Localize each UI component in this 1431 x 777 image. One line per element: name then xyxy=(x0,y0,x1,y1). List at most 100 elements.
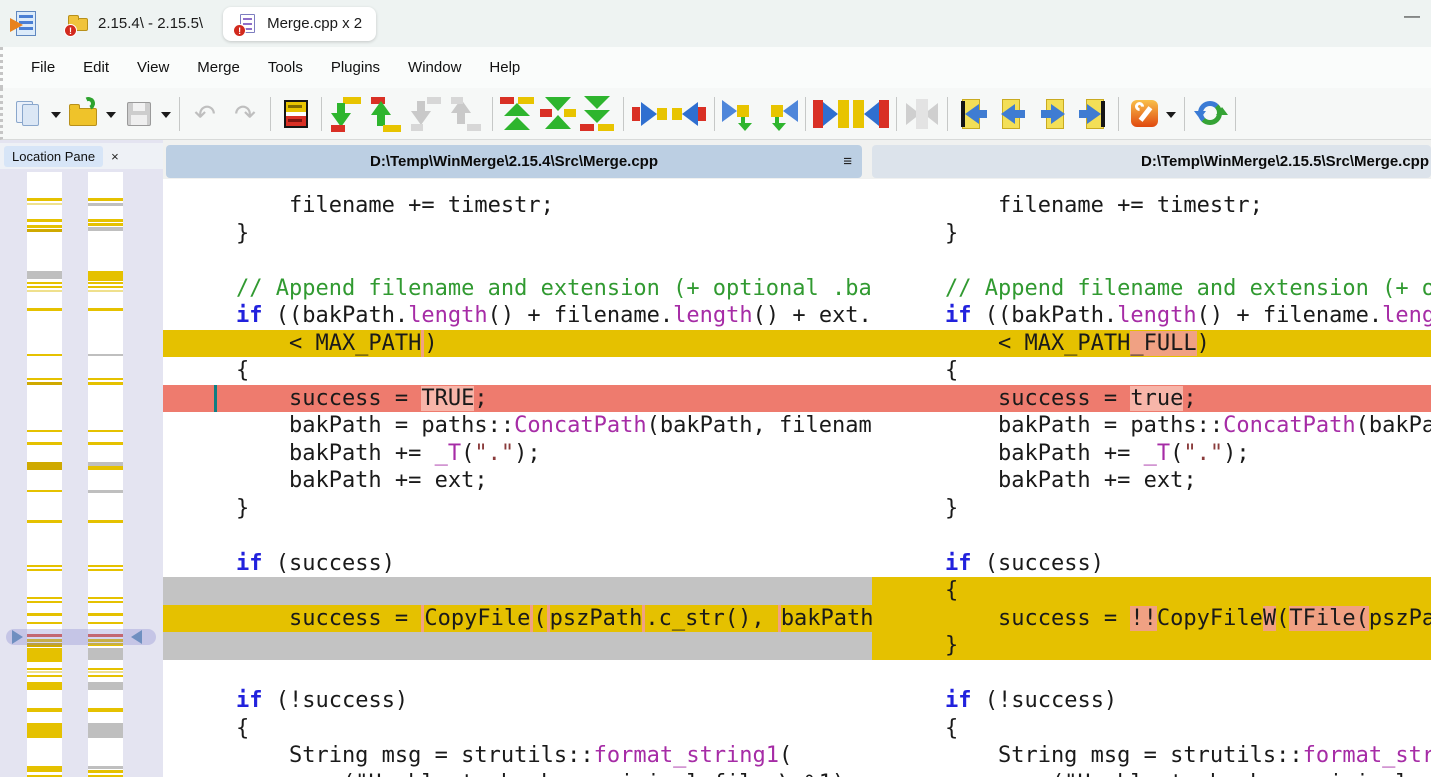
code-line[interactable] xyxy=(872,660,1431,688)
last-difference-button[interactable] xyxy=(578,93,618,135)
first-difference-button[interactable] xyxy=(498,93,538,135)
right-code-area[interactable]: filename += timestr; } // Append filenam… xyxy=(872,179,1431,777)
next-conflict-button[interactable] xyxy=(407,93,447,135)
code-line[interactable]: // Append filename and extension (+ opti… xyxy=(163,275,872,303)
highlight-differences-button[interactable] xyxy=(276,93,316,135)
code-token: "." xyxy=(1183,441,1223,466)
close-icon[interactable]: × xyxy=(111,149,119,164)
diff-stripe xyxy=(88,613,123,616)
first-file-button[interactable] xyxy=(953,93,993,135)
code-line[interactable]: String msg = strutils::format_string1( xyxy=(163,742,872,770)
save-button[interactable] xyxy=(119,93,159,135)
menu-window[interactable]: Window xyxy=(394,53,475,82)
refresh-button[interactable] xyxy=(1190,93,1230,135)
code-line[interactable]: } xyxy=(872,632,1431,660)
new-dropdown[interactable] xyxy=(49,93,64,135)
code-line[interactable] xyxy=(872,522,1431,550)
menu-merge[interactable]: Merge xyxy=(183,53,254,82)
code-line[interactable]: success = CopyFile(pszPath.c_str(), bakP… xyxy=(163,605,872,633)
code-line[interactable]: < MAX_PATH_FULL) xyxy=(872,330,1431,358)
menu-view[interactable]: View xyxy=(123,53,183,82)
next-difference-button[interactable] xyxy=(327,93,367,135)
code-line[interactable]: if (!success) xyxy=(872,687,1431,715)
code-line[interactable]: { xyxy=(872,577,1431,605)
code-line[interactable] xyxy=(872,247,1431,275)
redo-icon: ↷ xyxy=(234,101,256,127)
code-line[interactable]: bakPath += ext; xyxy=(872,467,1431,495)
open-dropdown[interactable] xyxy=(104,93,119,135)
code-line[interactable]: ("Unable to backup original xyxy=(872,770,1431,777)
menu-help[interactable]: Help xyxy=(475,53,534,82)
code-line[interactable]: { xyxy=(163,715,872,743)
code-line[interactable] xyxy=(163,632,872,660)
tab-folder-compare[interactable]: ! 2.15.4\ - 2.15.5\ xyxy=(54,7,217,41)
minimize-button[interactable]: — xyxy=(1401,8,1423,30)
code-line[interactable] xyxy=(163,577,872,605)
code-line[interactable]: bakPath += ext; xyxy=(163,467,872,495)
location-pane[interactable]: Location Pane × xyxy=(0,140,163,777)
code-line[interactable]: bakPath += _T("."); xyxy=(872,440,1431,468)
code-line[interactable]: String msg = strutils::format_string1( xyxy=(872,742,1431,770)
code-line[interactable]: success = !!CopyFileW(TFile(pszPath.c_st… xyxy=(872,605,1431,633)
code-line[interactable]: } xyxy=(872,495,1431,523)
left-pane-header[interactable]: D:\Temp\WinMerge\2.15.4\Src\Merge.cpp ≡ xyxy=(166,145,862,178)
code-line[interactable]: filename += timestr; xyxy=(872,192,1431,220)
open-button[interactable] xyxy=(64,93,104,135)
code-line[interactable]: if (!success) xyxy=(163,687,872,715)
location-column-right[interactable] xyxy=(88,172,123,777)
copy-all-left-button[interactable] xyxy=(851,93,891,135)
save-dropdown[interactable] xyxy=(159,93,174,135)
code-line[interactable]: if (success) xyxy=(872,550,1431,578)
code-line[interactable]: if (success) xyxy=(163,550,872,578)
copy-all-right-button[interactable] xyxy=(811,93,851,135)
previous-difference-button[interactable] xyxy=(367,93,407,135)
code-line[interactable]: // Append filename and extension (+ opti… xyxy=(872,275,1431,303)
code-line[interactable]: if ((bakPath.length() + filename.length(… xyxy=(163,302,872,330)
code-line[interactable]: bakPath = paths::ConcatPath(bakPath, fil… xyxy=(872,412,1431,440)
tab-merge-cpp[interactable]: ! Merge.cpp x 2 xyxy=(223,7,376,41)
code-line[interactable]: { xyxy=(872,715,1431,743)
code-line[interactable]: } xyxy=(163,220,872,248)
code-line[interactable]: ("Unable to backup original file.\ %1) xyxy=(163,770,872,777)
previous-file-button[interactable] xyxy=(993,93,1033,135)
options-button[interactable] xyxy=(1124,93,1164,135)
last-file-button[interactable] xyxy=(1073,93,1113,135)
code-line[interactable]: } xyxy=(163,495,872,523)
code-line[interactable]: success = true; xyxy=(872,385,1431,413)
redo-button[interactable]: ↷ xyxy=(225,93,265,135)
copy-left-and-advance-button[interactable] xyxy=(760,93,800,135)
code-line[interactable]: success = TRUE; xyxy=(163,385,872,413)
menu-edit[interactable]: Edit xyxy=(69,53,123,82)
auto-merge-button[interactable] xyxy=(902,93,942,135)
code-line[interactable]: } xyxy=(872,220,1431,248)
previous-conflict-button[interactable] xyxy=(447,93,487,135)
code-line[interactable]: { xyxy=(872,357,1431,385)
code-line[interactable]: bakPath = paths::ConcatPath(bakPath, fil… xyxy=(163,412,872,440)
menu-file[interactable]: File xyxy=(17,53,69,82)
code-line[interactable]: filename += timestr; xyxy=(163,192,872,220)
toolbar: ↶ ↷ xyxy=(0,88,1431,140)
copy-right-and-advance-button[interactable] xyxy=(720,93,760,135)
copy-right-button[interactable] xyxy=(629,93,669,135)
code-line[interactable] xyxy=(163,660,872,688)
code-line[interactable]: bakPath += _T("."); xyxy=(163,440,872,468)
diff-stripe xyxy=(88,766,123,769)
code-line[interactable] xyxy=(163,247,872,275)
current-difference-button[interactable] xyxy=(538,93,578,135)
code-line[interactable]: < MAX_PATH) xyxy=(163,330,872,358)
new-button[interactable] xyxy=(9,93,49,135)
code-line[interactable]: if ((bakPath.length() + filename.length(… xyxy=(872,302,1431,330)
header-menu-icon[interactable]: ≡ xyxy=(843,153,852,170)
undo-button[interactable]: ↶ xyxy=(185,93,225,135)
options-dropdown[interactable] xyxy=(1164,93,1179,135)
left-code-area[interactable]: filename += timestr; } // Append filenam… xyxy=(163,179,872,777)
code-line[interactable]: { xyxy=(163,357,872,385)
code-line[interactable] xyxy=(163,522,872,550)
next-file-button[interactable] xyxy=(1033,93,1073,135)
copy-left-button[interactable] xyxy=(669,93,709,135)
right-pane-header[interactable]: D:\Temp\WinMerge\2.15.5\Src\Merge.cpp xyxy=(872,145,1431,178)
menu-plugins[interactable]: Plugins xyxy=(317,53,394,82)
menu-tools[interactable]: Tools xyxy=(254,53,317,82)
location-column-left[interactable] xyxy=(27,172,62,777)
diff-stripe xyxy=(27,490,62,492)
